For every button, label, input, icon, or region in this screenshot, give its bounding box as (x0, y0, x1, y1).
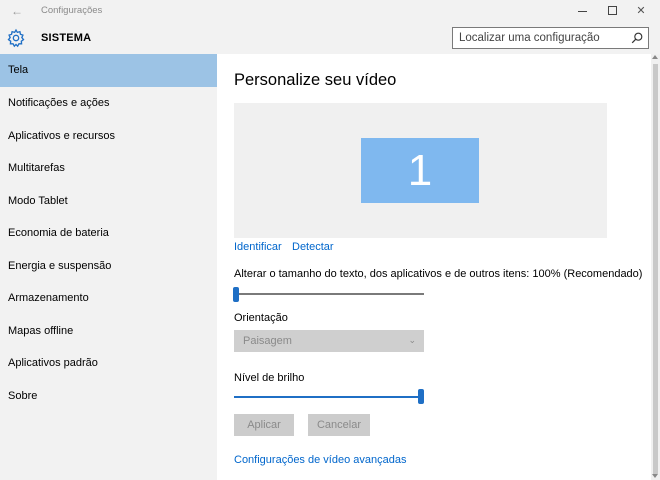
sidebar-item-aplicativos-recursos[interactable]: Aplicativos e recursos (0, 120, 217, 153)
minimize-icon (578, 11, 587, 12)
orientation-value: Paisagem (243, 335, 292, 347)
close-button[interactable]: ✕ (626, 0, 656, 22)
display-arrangement-area: 1 (234, 103, 607, 238)
sidebar-item-notificacoes[interactable]: Notificações e ações (0, 87, 217, 120)
scroll-up-icon[interactable] (652, 55, 658, 59)
search-input[interactable]: Localizar uma configuração (452, 27, 649, 49)
gear-icon (7, 28, 25, 48)
sidebar-item-armazenamento[interactable]: Armazenamento (0, 282, 217, 315)
sidebar-item-tela[interactable]: Tela (0, 54, 217, 87)
vertical-scrollbar[interactable] (651, 54, 660, 480)
text-scale-slider-track[interactable] (234, 293, 424, 295)
cancel-button[interactable]: Cancelar (308, 414, 370, 436)
close-icon: ✕ (636, 5, 646, 17)
sidebar-item-modo-tablet[interactable]: Modo Tablet (0, 185, 217, 218)
brightness-slider-thumb[interactable] (418, 389, 424, 404)
page-title: Personalize seu vídeo (234, 71, 397, 89)
identify-link[interactable]: Identificar (234, 241, 282, 253)
scrollbar-thumb[interactable] (653, 64, 658, 474)
maximize-icon (608, 6, 617, 15)
section-title: SISTEMA (41, 32, 92, 44)
orientation-label: Orientação (234, 312, 288, 324)
maximize-button[interactable] (598, 0, 628, 22)
apply-button[interactable]: Aplicar (234, 414, 294, 436)
back-arrow-icon[interactable]: ← (8, 3, 26, 19)
minimize-button[interactable] (568, 0, 598, 22)
search-icon[interactable] (630, 31, 644, 45)
advanced-display-settings-link[interactable]: Configurações de vídeo avançadas (234, 454, 406, 466)
detect-link[interactable]: Detectar (292, 241, 334, 253)
text-scale-slider-thumb[interactable] (233, 287, 239, 302)
sidebar-item-aplicativos-padrao[interactable]: Aplicativos padrão (0, 347, 217, 380)
settings-header: SISTEMA Localizar uma configuração (0, 22, 660, 54)
chevron-down-icon: ⌄ (408, 335, 416, 345)
sidebar-item-energia-suspensao[interactable]: Energia e suspensão (0, 250, 217, 283)
text-scale-label: Alterar o tamanho do texto, dos aplicati… (234, 268, 643, 280)
sidebar: Tela Notificações e ações Aplicativos e … (0, 54, 217, 480)
orientation-dropdown[interactable]: Paisagem ⌄ (234, 330, 424, 352)
window-title: Configurações (41, 5, 103, 16)
scroll-down-icon[interactable] (652, 474, 658, 478)
sidebar-item-economia-bateria[interactable]: Economia de bateria (0, 217, 217, 250)
title-bar: ← Configurações ✕ (0, 0, 660, 22)
sidebar-item-sobre[interactable]: Sobre (0, 380, 217, 413)
search-placeholder: Localizar uma configuração (459, 32, 600, 44)
monitor-1[interactable]: 1 (361, 138, 479, 203)
sidebar-item-mapas-offline[interactable]: Mapas offline (0, 315, 217, 348)
brightness-label: Nível de brilho (234, 372, 305, 384)
sidebar-item-multitarefas[interactable]: Multitarefas (0, 152, 217, 185)
brightness-slider-track[interactable] (234, 396, 421, 398)
